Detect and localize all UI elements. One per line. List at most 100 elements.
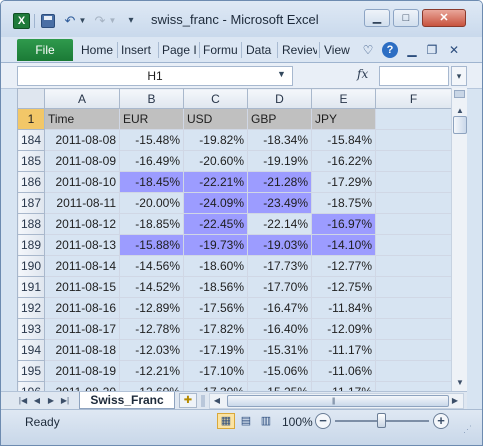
cell[interactable]: GBP (247, 108, 312, 130)
tab-insert[interactable]: Insert (121, 41, 158, 61)
cell[interactable] (375, 171, 452, 193)
tab-review[interactable]: Reviev (282, 41, 317, 61)
undo-icon[interactable]: ↶ (63, 13, 77, 29)
scroll-down-icon[interactable]: ▼ (453, 376, 467, 390)
cell[interactable]: -16.40% (247, 318, 312, 340)
insert-sheet-icon[interactable]: ✚ (179, 393, 197, 408)
cell[interactable]: -22.45% (183, 213, 248, 235)
cell[interactable]: JPY (311, 108, 376, 130)
maximize-icon[interactable]: □ (393, 9, 419, 27)
cell[interactable]: -18.45% (119, 171, 184, 193)
undo-dropdown-icon[interactable]: ▼ (78, 13, 87, 29)
next-sheet-icon[interactable]: ▶ (45, 394, 57, 408)
row-header[interactable]: 192 (17, 297, 45, 319)
row-header[interactable]: 190 (17, 255, 45, 277)
tab-view[interactable]: View (324, 41, 354, 61)
cell[interactable] (375, 318, 452, 340)
help-icon[interactable]: ? (382, 42, 398, 58)
cell[interactable]: -12.09% (311, 318, 376, 340)
cell[interactable]: USD (183, 108, 248, 130)
redo-dropdown-icon[interactable]: ▼ (108, 13, 117, 29)
select-all-corner[interactable] (17, 88, 45, 109)
cell[interactable]: -24.09% (183, 192, 248, 214)
minimize-icon[interactable]: ▁ (364, 9, 390, 27)
cell[interactable]: 2011-08-19 (44, 360, 120, 382)
cell[interactable]: -14.52% (119, 276, 184, 298)
tab-split-handle[interactable] (201, 395, 205, 407)
cell[interactable]: -16.47% (247, 297, 312, 319)
cell[interactable]: -15.48% (119, 129, 184, 151)
column-header-e[interactable]: E (311, 88, 376, 109)
insert-function-icon[interactable]: fx (357, 67, 375, 81)
minimize-ribbon-icon[interactable]: ▁ (405, 42, 419, 58)
cell[interactable]: -12.77% (311, 255, 376, 277)
row-header[interactable]: 188 (17, 213, 45, 235)
tab-data[interactable]: Data (246, 41, 276, 61)
cell[interactable]: -12.89% (119, 297, 184, 319)
restore-icon[interactable]: ❐ (425, 42, 439, 58)
cell[interactable]: -16.97% (311, 213, 376, 235)
row-header[interactable]: 1 (17, 108, 45, 130)
cell[interactable]: 2011-08-11 (44, 192, 120, 214)
cell[interactable]: -15.84% (311, 129, 376, 151)
row-header[interactable]: 185 (17, 150, 45, 172)
row-header[interactable]: 184 (17, 129, 45, 151)
cell[interactable]: -19.82% (183, 129, 248, 151)
cell[interactable]: -21.28% (247, 171, 312, 193)
cell[interactable]: -22.21% (183, 171, 248, 193)
cell[interactable]: -17.70% (247, 276, 312, 298)
cell[interactable]: -18.34% (247, 129, 312, 151)
cell[interactable]: -20.60% (183, 150, 248, 172)
cell[interactable]: -15.88% (119, 234, 184, 256)
name-box-dropdown-icon[interactable]: ▼ (277, 69, 286, 79)
cell[interactable]: -19.03% (247, 234, 312, 256)
prev-sheet-icon[interactable]: ◀ (31, 394, 43, 408)
cell[interactable] (375, 255, 452, 277)
cell[interactable]: 2011-08-15 (44, 276, 120, 298)
cell[interactable]: -11.06% (311, 360, 376, 382)
cell[interactable]: -16.22% (311, 150, 376, 172)
row-header[interactable]: 189 (17, 234, 45, 256)
cell[interactable]: -18.85% (119, 213, 184, 235)
cell[interactable] (375, 129, 452, 151)
cell[interactable]: -18.75% (311, 192, 376, 214)
cell[interactable]: Time (44, 108, 120, 130)
normal-view-icon[interactable]: ▦ (217, 413, 235, 429)
zoom-level[interactable]: 100% (282, 415, 313, 429)
cell[interactable] (375, 297, 452, 319)
cell[interactable]: -12.21% (119, 360, 184, 382)
close-icon[interactable]: ✕ (422, 9, 466, 27)
resize-grip-icon[interactable]: ⋰ (463, 424, 472, 435)
cell[interactable]: -23.49% (247, 192, 312, 214)
save-icon[interactable] (41, 13, 57, 29)
cell[interactable]: -14.10% (311, 234, 376, 256)
vertical-scrollbar[interactable]: ▲ ▼ (451, 88, 467, 391)
cell[interactable]: -12.03% (119, 339, 184, 361)
cell[interactable]: -19.73% (183, 234, 248, 256)
scroll-left-icon[interactable]: ◀ (210, 394, 224, 408)
cell[interactable]: -19.19% (247, 150, 312, 172)
cell[interactable]: 2011-08-10 (44, 171, 120, 193)
cell[interactable]: -12.78% (119, 318, 184, 340)
cell[interactable]: 2011-08-13 (44, 234, 120, 256)
cell[interactable]: -22.14% (247, 213, 312, 235)
tab-page-layout[interactable]: Page I (162, 41, 198, 61)
row-header[interactable]: 187 (17, 192, 45, 214)
cell[interactable]: EUR (119, 108, 184, 130)
cell[interactable] (375, 339, 452, 361)
horizontal-scroll-thumb[interactable]: ||| (227, 395, 449, 407)
cell[interactable]: 2011-08-08 (44, 129, 120, 151)
formula-input[interactable] (379, 66, 449, 86)
zoom-out-icon[interactable]: − (315, 413, 331, 429)
page-break-view-icon[interactable]: ▥ (257, 413, 275, 429)
cell[interactable]: -11.84% (311, 297, 376, 319)
cell[interactable]: -18.56% (183, 276, 248, 298)
cell[interactable]: -11.17% (311, 339, 376, 361)
cell[interactable]: 2011-08-14 (44, 255, 120, 277)
cell[interactable]: -15.06% (247, 360, 312, 382)
tab-file[interactable]: File (17, 39, 73, 61)
zoom-slider-thumb[interactable] (377, 413, 386, 428)
customize-qat-icon[interactable]: ▾ (125, 13, 137, 29)
column-header-a[interactable]: A (44, 88, 120, 109)
cell[interactable]: 2011-08-18 (44, 339, 120, 361)
